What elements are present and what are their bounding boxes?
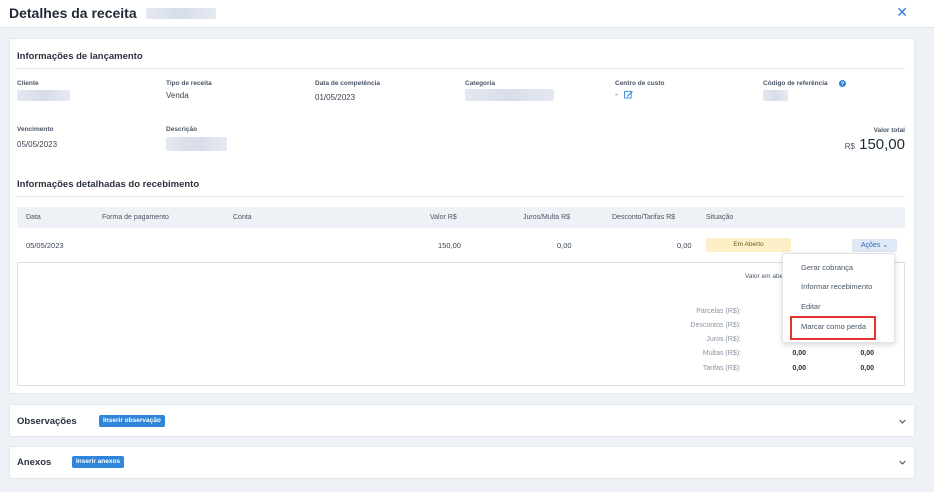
- help-icon[interactable]: ?: [839, 80, 846, 87]
- svg-text:?: ?: [841, 82, 845, 87]
- status-badge: Em Aberto: [706, 238, 791, 252]
- descontos-label: Descontos (R$):: [690, 322, 741, 329]
- table-header: Data Forma de pagamento Conta Valor R$ J…: [17, 207, 905, 228]
- anexos-title: Anexos: [17, 457, 52, 468]
- chevron-down-icon[interactable]: [899, 419, 906, 424]
- edit-icon[interactable]: [624, 90, 633, 99]
- multas-value-b: 0,00: [860, 350, 874, 357]
- descricao-value: [166, 137, 227, 151]
- row-desconto: 0,00: [677, 241, 692, 250]
- col-forma: Forma de pagamento: [102, 214, 169, 221]
- menu-item-gerar-cobranca[interactable]: Gerar cobrança: [783, 259, 894, 277]
- close-icon[interactable]: ✕: [896, 4, 908, 21]
- competencia-label: Data de competência: [315, 80, 381, 87]
- cliente-value: [17, 90, 70, 101]
- descricao-label: Descrição: [166, 126, 198, 133]
- centro-value: -: [615, 90, 618, 99]
- total-value: R$ 150,00: [845, 136, 905, 153]
- inserir-anexos-button[interactable]: Inserir anexos: [72, 456, 125, 468]
- multas-label: Multas (R$):: [702, 350, 741, 357]
- modal-header: Detalhes da receita ✕: [0, 0, 934, 28]
- row-data: 05/05/2023: [26, 241, 64, 250]
- valor-em-aberto-label: Valor em abe: [745, 273, 784, 280]
- total-currency: R$: [844, 142, 855, 151]
- inserir-observacao-button[interactable]: Inserir observação: [99, 415, 165, 427]
- tipo-label: Tipo de receita: [166, 80, 212, 87]
- codigo-value: [763, 90, 788, 101]
- col-juros: Juros/Multa R$: [523, 214, 571, 221]
- divider: [17, 68, 905, 69]
- vencimento-value: 05/05/2023: [17, 140, 58, 149]
- tarifas-value-b: 0,00: [860, 365, 874, 372]
- menu-item-editar[interactable]: Editar: [783, 298, 894, 316]
- col-valor: Valor R$: [430, 214, 457, 221]
- section-title-recebimento: Informações detalhadas do recebimento: [17, 179, 200, 190]
- observacoes-title: Observações: [17, 416, 77, 427]
- competencia-value: 01/05/2023: [315, 93, 356, 102]
- redacted-title-suffix: [146, 8, 216, 19]
- tipo-value: Venda: [166, 91, 189, 100]
- col-conta: Conta: [233, 214, 252, 221]
- categoria-label: Categoria: [465, 80, 495, 87]
- centro-label: Centro de custo: [615, 80, 665, 87]
- vencimento-label: Vencimento: [17, 126, 54, 133]
- cliente-label: Cliente: [17, 80, 39, 87]
- anexos-card[interactable]: [9, 446, 915, 479]
- categoria-value: [465, 89, 554, 101]
- section-title-lancamento: Informações de lançamento: [17, 51, 143, 62]
- page-title: Detalhes da receita: [9, 5, 137, 21]
- highlight-box: [790, 316, 876, 340]
- menu-item-informar-recebimento[interactable]: Informar recebimento: [783, 278, 894, 296]
- divider: [17, 196, 905, 197]
- tarifas-value-a: 0,00: [792, 365, 806, 372]
- col-desconto: Desconto/Tarifas R$: [612, 214, 676, 221]
- codigo-label: Código de referência: [763, 80, 828, 87]
- col-situacao: Situação: [706, 214, 734, 221]
- multas-value-a: 0,00: [792, 350, 806, 357]
- tarifas-label: Tarifas (R$):: [702, 365, 741, 372]
- parcelas-label: Parcelas (R$):: [696, 308, 741, 315]
- total-amount: 150,00: [859, 136, 905, 153]
- juros-label: Juros (R$):: [706, 336, 741, 343]
- chevron-down-icon[interactable]: [899, 460, 906, 465]
- total-label: Valor total: [873, 127, 905, 134]
- row-valor: 150,00: [438, 241, 461, 250]
- col-data: Data: [26, 214, 41, 221]
- acoes-dropdown-button[interactable]: Ações ⌄: [852, 239, 897, 252]
- row-juros: 0,00: [557, 241, 572, 250]
